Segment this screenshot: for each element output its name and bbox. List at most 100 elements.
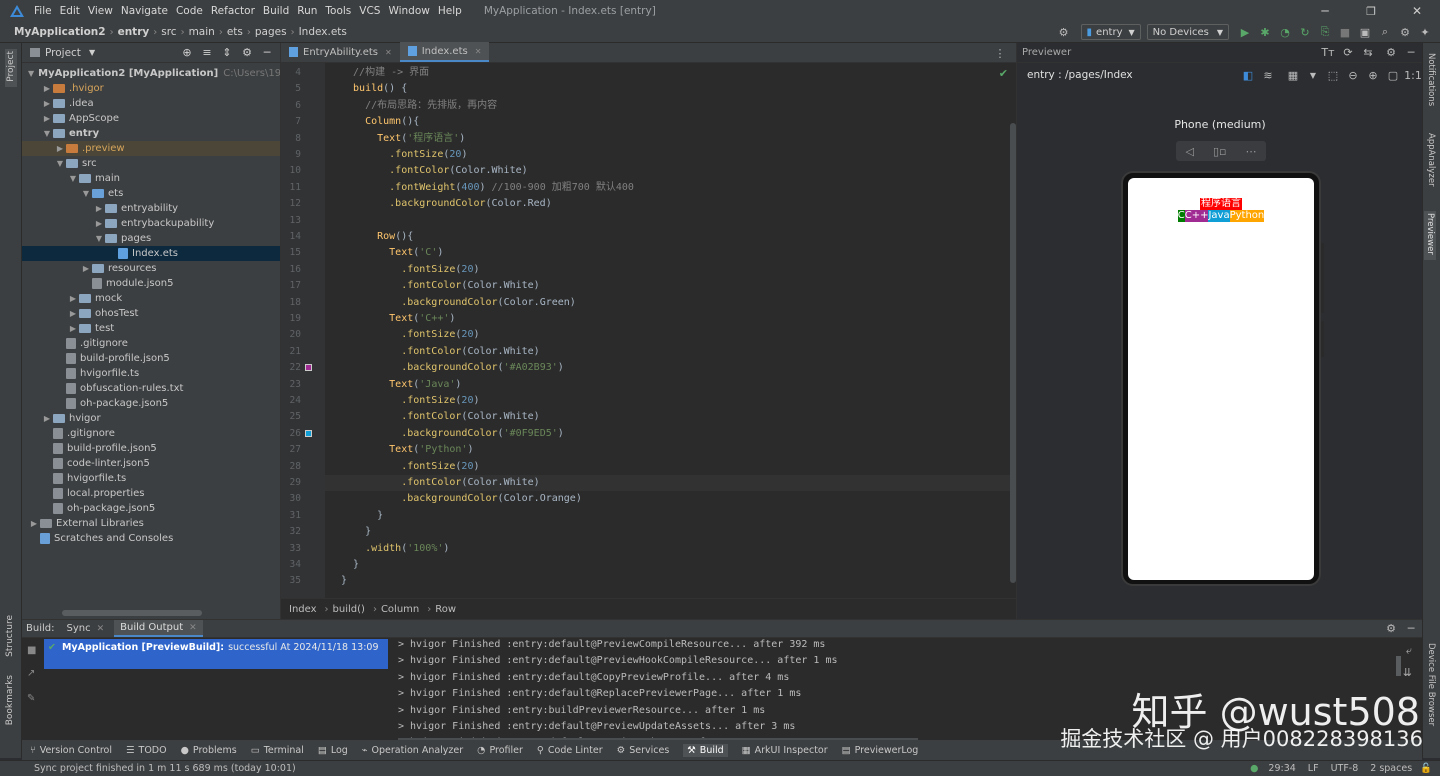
font-size-icon[interactable]: Tт <box>1321 46 1335 60</box>
tree-item[interactable]: ▶ External Libraries <box>22 516 280 531</box>
code-line[interactable]: Text('程序语言') <box>341 131 465 147</box>
tab-build-output[interactable]: Build Output ✕ <box>114 620 203 637</box>
menu-code[interactable]: Code <box>176 5 203 17</box>
menu-view[interactable]: View <box>88 5 113 17</box>
code-line[interactable]: .fontSize(20) <box>341 327 479 343</box>
expand-arrow-icon[interactable]: ▶ <box>41 414 53 423</box>
tree-item[interactable]: .gitignore <box>22 426 280 441</box>
code-line[interactable]: .fontSize(20) <box>341 147 467 163</box>
menu-navigate[interactable]: Navigate <box>121 5 168 17</box>
code-line[interactable]: .fontSize(20) <box>341 459 479 475</box>
crumb-item[interactable]: ets <box>227 26 243 38</box>
profile-icon[interactable]: ◔ <box>1278 25 1292 39</box>
tool-tab-arkui-inspector[interactable]: ▦ ArkUI Inspector <box>742 745 828 756</box>
locate-icon[interactable]: ⊕ <box>180 46 194 60</box>
expand-arrow-icon[interactable]: ▶ <box>67 294 79 303</box>
expand-arrow-icon[interactable]: ▶ <box>28 519 40 528</box>
tree-item[interactable]: ▶ AppScope <box>22 111 280 126</box>
options-icon[interactable]: ⚙ <box>240 46 254 60</box>
caret-position[interactable]: 29:34 <box>1268 763 1295 774</box>
tool-tab-code-linter[interactable]: ⚲ Code Linter <box>537 745 603 756</box>
expand-arrow-icon[interactable]: ▶ <box>93 204 105 213</box>
tree-item[interactable]: ▼ src <box>22 156 280 171</box>
tree-item[interactable]: ▼ MyApplication2 [MyApplication] C:\Users\… <box>22 66 311 81</box>
screenshot-icon[interactable]: ▢ <box>1386 68 1400 82</box>
expand-arrow-icon[interactable]: ▶ <box>41 99 53 108</box>
maximize-button[interactable]: ❐ <box>1348 5 1394 18</box>
previewer-tool-button[interactable]: Previewer <box>1424 211 1436 260</box>
structure-tool-button[interactable]: Structure <box>5 615 15 660</box>
menu-edit[interactable]: Edit <box>60 5 80 17</box>
more-tabs-icon[interactable]: ⋮ <box>993 46 1007 60</box>
multi-device-icon[interactable]: ⇆ <box>1361 46 1375 60</box>
code-line[interactable]: //布局思路：先排版，再内容 <box>341 98 497 114</box>
zoom-in-icon[interactable]: ⊕ <box>1366 68 1380 82</box>
project-view-selector[interactable]: Project <box>45 47 81 59</box>
menu-tools[interactable]: Tools <box>325 5 351 17</box>
expand-arrow-icon[interactable]: ▼ <box>54 159 66 168</box>
tool-tab-operation-analyzer[interactable]: ⌁ Operation Analyzer <box>362 745 463 756</box>
menu-vcs[interactable]: VCS <box>359 5 380 17</box>
tree-item[interactable]: ▶ .hvigor <box>22 81 280 96</box>
code-line[interactable]: } <box>341 557 359 573</box>
code-crumb[interactable]: Row <box>435 604 456 615</box>
tree-item[interactable]: build-profile.json5 <box>22 351 280 366</box>
code-line[interactable]: Row(){ <box>341 229 413 245</box>
project-tool-button[interactable]: Project <box>5 49 17 87</box>
tool-tab-build[interactable]: ⚒ Build <box>683 743 728 757</box>
expand-arrow-icon[interactable]: ▶ <box>54 144 66 153</box>
gear-icon[interactable]: ⚙ <box>1057 25 1071 39</box>
tool-tab-log[interactable]: ▤ Log <box>318 745 348 756</box>
tool-tab-services[interactable]: ⚙ Services <box>617 745 670 756</box>
tool-tab-profiler[interactable]: ◔ Profiler <box>477 745 523 756</box>
tree-item[interactable]: .gitignore <box>22 336 280 351</box>
expand-arrow-icon[interactable]: ▼ <box>80 189 92 198</box>
code-line[interactable]: Text('Python') <box>341 442 473 458</box>
bookmarks-tool-button[interactable]: Bookmarks <box>5 675 15 728</box>
crumb-item[interactable]: src <box>161 26 176 38</box>
menu-refactor[interactable]: Refactor <box>211 5 255 17</box>
code-line[interactable]: Column(){ <box>341 114 419 130</box>
minimize-button[interactable]: ─ <box>1302 4 1348 18</box>
expand-arrow-icon[interactable]: ▼ <box>41 129 53 138</box>
code-line[interactable]: //构建 -> 界面 <box>341 65 429 81</box>
settings-icon[interactable]: ⚙ <box>1384 46 1398 60</box>
appanalyzer-tool-button[interactable]: AppAnalyzer <box>1426 133 1436 190</box>
line-separator[interactable]: LF <box>1308 763 1319 774</box>
expand-arrow-icon[interactable]: ▼ <box>93 234 105 243</box>
code-line[interactable]: Text('Java') <box>341 377 461 393</box>
code-line[interactable]: } <box>341 524 371 540</box>
expand-arrow-icon[interactable]: ▶ <box>41 114 53 123</box>
close-window-button[interactable]: ✕ <box>1394 4 1440 18</box>
tree-item[interactable]: ▼ pages <box>22 231 280 246</box>
crumb-item[interactable]: MyApplication2 <box>14 26 106 38</box>
tree-item[interactable]: ▼ main <box>22 171 280 186</box>
tree-item[interactable]: ▼ entry <box>22 126 280 141</box>
open-link-icon[interactable]: ↗ <box>27 668 35 679</box>
tree-item[interactable]: ▶ entryability <box>22 201 280 216</box>
hide-panel-icon[interactable]: ─ <box>1404 46 1418 60</box>
menu-build[interactable]: Build <box>263 5 289 17</box>
crumb-item[interactable]: main <box>189 26 215 38</box>
code-line[interactable]: } <box>341 573 347 589</box>
tree-item[interactable]: oh-package.json5 <box>22 501 280 516</box>
code-line[interactable]: build() { <box>341 81 407 97</box>
menu-run[interactable]: Run <box>297 5 317 17</box>
code-line[interactable]: .backgroundColor('#0F9ED5') <box>341 426 564 442</box>
expand-arrow-icon[interactable]: ▶ <box>67 324 79 333</box>
run-config-dropdown[interactable]: ▮ entry ▼ <box>1080 24 1141 40</box>
menu-file[interactable]: File <box>34 5 52 17</box>
tool-tab-previewerlog[interactable]: ▤ PreviewerLog <box>842 745 919 756</box>
expand-arrow-icon[interactable]: ▼ <box>28 69 34 78</box>
code-line[interactable]: .fontColor(Color.White) <box>341 409 540 425</box>
expand-arrow-icon[interactable]: ▼ <box>67 174 79 183</box>
code-line[interactable]: .fontSize(20) <box>341 393 479 409</box>
tree-item[interactable]: ▶ .idea <box>22 96 280 111</box>
fit-screen-icon[interactable]: ⬚ <box>1326 68 1340 82</box>
code-area[interactable]: //构建 -> 界面 build() { //布局思路：先排版，再内容 Colu… <box>281 63 1011 598</box>
close-tab-icon[interactable]: ✕ <box>475 47 482 56</box>
pin-icon[interactable]: ✎ <box>27 693 35 704</box>
log-scrollbar[interactable] <box>1396 656 1401 676</box>
tab-index-ets[interactable]: Index.ets ✕ <box>399 42 490 62</box>
device-dropdown[interactable]: No Devices ▼ <box>1146 24 1229 40</box>
